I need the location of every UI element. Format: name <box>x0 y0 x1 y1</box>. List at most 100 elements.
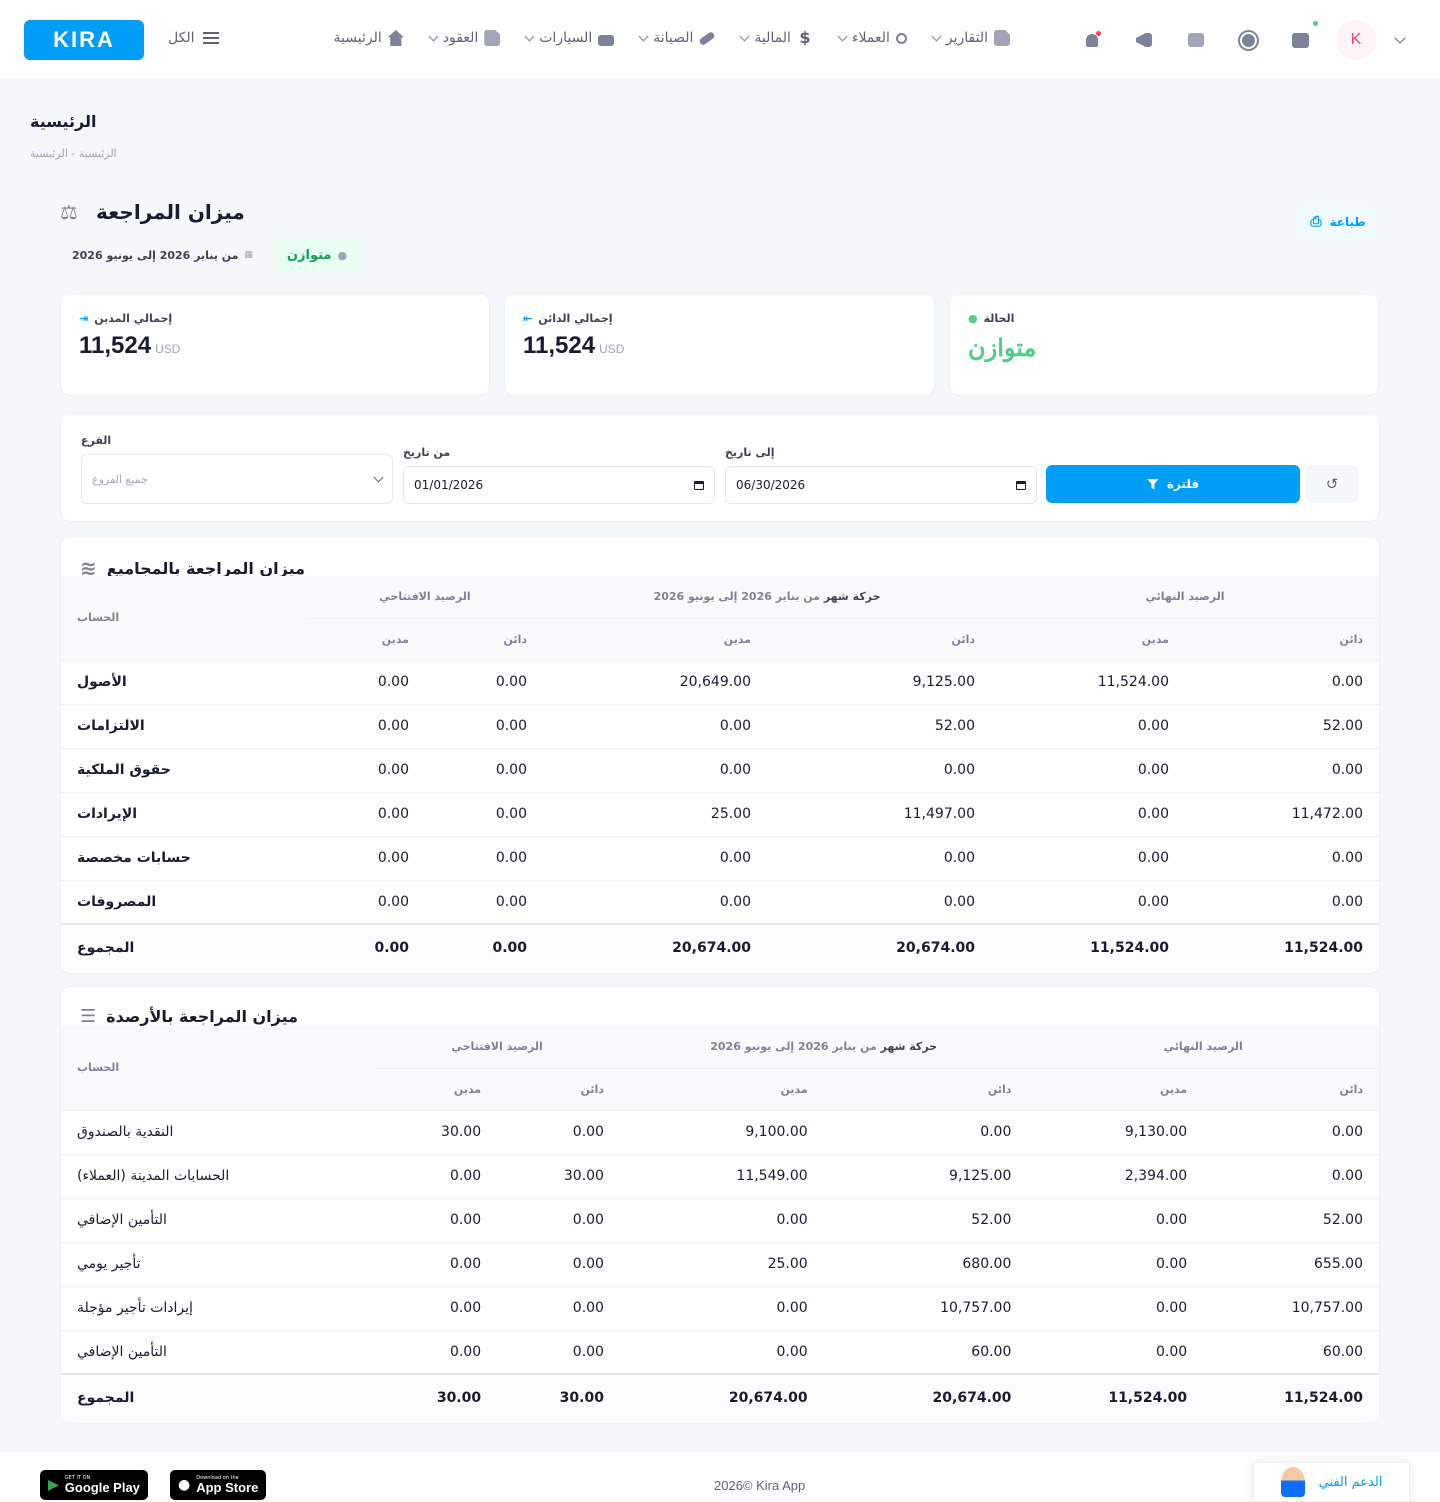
chevron-down-icon[interactable] <box>1394 32 1406 44</box>
branch-select[interactable]: جميع الفروع <box>81 454 393 504</box>
nav-contracts[interactable]: العقود <box>428 30 501 46</box>
table-row: التأمين الإضافي 0.00 0.00 0.00 52.00 0.00 52.0… <box>61 1197 1379 1242</box>
table-row: المصروفات 0.00 0.00 0.00 0.00 0.00 0.00 <box>61 879 1379 924</box>
to-date-input[interactable]: 06/30/2026 <box>725 466 1037 504</box>
filter-button[interactable]: فلترة <box>1046 465 1300 503</box>
print-button[interactable]: طباعة ⎙ <box>1298 205 1378 239</box>
nav-finance[interactable]: $ المالية <box>739 28 813 47</box>
nav-reports[interactable]: التقارير <box>931 30 1010 46</box>
from-date-value: 01/01/2026 <box>414 478 484 492</box>
balances-table-body: النقدية بالصندوق 30.00 0.00 9,100.00 0.00 9,1… <box>61 1109 1379 1420</box>
app-store-big: App Store <box>196 1480 259 1495</box>
amount-cell: 60.00 <box>823 1329 1028 1374</box>
nav-home[interactable]: الرئيسية <box>334 30 404 46</box>
google-play-badge[interactable]: ▶ GET IT ON Google Play <box>40 1470 148 1500</box>
amount-cell: 10,757.00 <box>823 1285 1028 1330</box>
amount-cell: 0.00 <box>991 747 1185 792</box>
account-cell: حقوق الملكية <box>61 747 307 792</box>
groups-table-body: الأصول 0.00 0.00 20,649.00 9,125.00 11,524.00… <box>61 659 1379 970</box>
printer-icon: ⎙ <box>1310 214 1322 230</box>
amount-cell: 2,394.00 <box>1027 1153 1204 1198</box>
theme-toggle[interactable] <box>1232 24 1264 56</box>
total-debit-card: ⇥ إجمالي المدين 11,524 USD <box>60 293 490 396</box>
amount-cell: 11,524.00 <box>991 923 1185 970</box>
support-widget[interactable]: الدعم الفني <box>1253 1462 1410 1502</box>
kira-logo[interactable]: KIRA <box>24 20 144 60</box>
amount-cell: 0.00 <box>1203 1109 1379 1154</box>
table-row: الحسابات المدينة (العملاء) 0.00 30.00 11,54… <box>61 1153 1379 1198</box>
print-label: طباعة <box>1329 215 1366 229</box>
amount-cell: 0.00 <box>425 791 543 836</box>
document-icon <box>484 30 501 46</box>
megaphone-icon <box>1136 33 1152 47</box>
dollar-icon: $ <box>799 28 811 47</box>
nav-cars[interactable]: السيارات <box>524 30 615 46</box>
movement-credit-header: دائن <box>823 1068 1028 1110</box>
amount-cell: 0.00 <box>543 747 767 792</box>
balances-table-title: ميزان المراجعة بالأرصدة <box>106 1007 299 1026</box>
announcements-button[interactable] <box>1128 24 1160 56</box>
closing-credit-header: دائن <box>1185 618 1379 660</box>
notifications-button[interactable] <box>1076 24 1108 56</box>
amount-cell: 0.00 <box>374 1197 498 1242</box>
main-nav: الرئيسية العقود السيارات الصيانة $ المالي… <box>334 30 1010 46</box>
amount-cell: 0.00 <box>425 747 543 792</box>
amount-cell: 10,757.00 <box>1203 1285 1379 1330</box>
account-cell: النقدية بالصندوق <box>61 1109 375 1154</box>
amount-cell: 52.00 <box>1185 703 1379 748</box>
movement-prefix: حركة شهر <box>880 1040 938 1054</box>
amount-cell: 11,472.00 <box>1185 791 1379 836</box>
chat-button[interactable] <box>1180 24 1212 56</box>
account-cell: الإيرادات <box>61 791 307 836</box>
filter-button-label: فلترة <box>1166 477 1200 491</box>
movement-range: من يناير 2026 إلى يونيو 2026 <box>710 1040 877 1054</box>
closing-balance-header: الرصيد النهائي <box>1027 1026 1379 1069</box>
app-store-badge[interactable]: ● Download on the App Store <box>170 1470 267 1500</box>
amount-cell: 0.00 <box>1185 659 1379 704</box>
calendar-icon[interactable] <box>694 480 704 490</box>
balances-table-title-row: ☰ ميزان المراجعة بالأرصدة <box>80 1006 298 1027</box>
amount-cell: 0.00 <box>543 879 767 924</box>
header-actions: K <box>1076 20 1406 60</box>
page-title: الرئيسية <box>30 112 97 131</box>
total-debit-value: 11,524 <box>79 332 152 359</box>
online-dot <box>1313 21 1318 26</box>
sign-in-icon: ⇥ <box>79 312 89 325</box>
nav-finance-label: المالية <box>754 30 791 46</box>
amount-cell: 0.00 <box>307 923 425 970</box>
nav-reports-label: التقارير <box>945 30 988 46</box>
table-row: الإيرادات 0.00 0.00 25.00 11,497.00 0.00 11,47… <box>61 791 1379 836</box>
nav-customers[interactable]: العملاء <box>837 30 907 46</box>
amount-cell: 11,524.00 <box>1185 923 1379 970</box>
calendar-icon[interactable] <box>1016 480 1026 490</box>
balance-status-label: الحالة <box>983 312 1015 325</box>
opening-debit-header: مدين <box>307 618 425 660</box>
packages-button[interactable] <box>1284 21 1318 56</box>
table-row: الأصول 0.00 0.00 20,649.00 9,125.00 11,524.00… <box>61 659 1379 704</box>
amount-cell: 0.00 <box>991 879 1185 924</box>
movement-header: حركة شهر من يناير 2026 إلى يونيو 2026 <box>619 1026 1028 1069</box>
wrench-icon <box>698 30 716 46</box>
balance-status-value-row: متوازن <box>968 334 1036 363</box>
breadcrumb[interactable]: الرئيسية - الرئيسية <box>30 147 117 160</box>
chevron-down-icon <box>739 31 750 41</box>
reset-button[interactable]: ↺ <box>1306 465 1358 503</box>
user-avatar[interactable]: K <box>1336 20 1376 60</box>
apple-icon: ● <box>178 1477 191 1493</box>
closing-credit-header: دائن <box>1203 1068 1379 1110</box>
amount-cell: 0.00 <box>543 835 767 880</box>
amount-cell: 0.00 <box>374 1153 498 1198</box>
nav-maintenance[interactable]: الصيانة <box>638 30 716 46</box>
amount-cell: 0.00 <box>823 1109 1028 1154</box>
amount-cell: 0.00 <box>374 1241 498 1286</box>
amount-cell: 25.00 <box>543 791 767 836</box>
amount-cell: 0.00 <box>425 923 543 970</box>
amount-cell: 0.00 <box>543 703 767 748</box>
branch-label: الفرع <box>81 434 112 447</box>
amount-cell: 0.00 <box>619 1329 824 1374</box>
from-date-input[interactable]: 01/01/2026 <box>403 466 715 504</box>
all-menu-toggle[interactable]: الكل <box>168 30 219 46</box>
table-row: الالتزامات 0.00 0.00 0.00 52.00 0.00 52.00 <box>61 703 1379 748</box>
amount-cell: 0.00 <box>425 703 543 748</box>
users-icon <box>895 32 907 44</box>
